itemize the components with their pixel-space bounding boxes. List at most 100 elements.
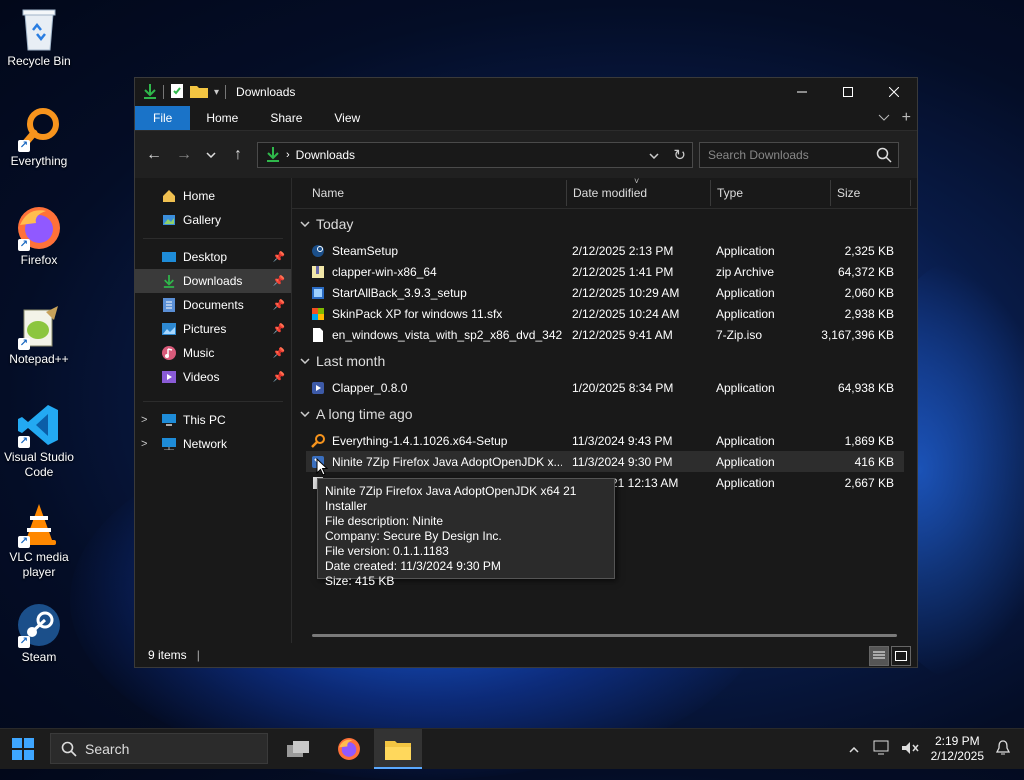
tab-file[interactable]: File	[135, 106, 191, 130]
notepad-plus-plus-icon: ↗	[16, 304, 62, 350]
nav-item-gallery[interactable]: Gallery	[135, 208, 291, 232]
navigation-pane: Home Gallery Desktop 📌 Downloads 📌 Documen…	[135, 178, 292, 643]
item-count: 9 items	[148, 648, 187, 662]
address-dropdown-icon[interactable]	[649, 148, 659, 162]
network-status-icon[interactable]	[873, 740, 891, 759]
nav-item-documents[interactable]: Documents 📌	[135, 293, 291, 317]
pin-icon[interactable]: 📌	[273, 276, 285, 287]
volume-muted-icon[interactable]	[901, 740, 919, 759]
file-row[interactable]: Everything-1.4.1.1026.x64-Setup 11/3/202…	[306, 430, 904, 451]
vlc-icon: ↗	[16, 502, 62, 548]
pin-icon[interactable]: 📌	[273, 324, 285, 335]
group-header-today[interactable]: Today	[300, 216, 353, 232]
breadcrumb[interactable]: Downloads	[296, 148, 355, 162]
desktop-icon-label: Everything	[10, 154, 68, 168]
expand-ribbon-icon[interactable]	[878, 111, 890, 125]
nav-item-desktop[interactable]: Desktop 📌	[135, 245, 291, 269]
properties-icon[interactable]	[170, 83, 184, 102]
address-bar[interactable]: › Downloads ↻	[257, 142, 693, 168]
desktop-icon-everything[interactable]: ↗ Everything	[2, 106, 76, 169]
horizontal-scrollbar[interactable]	[312, 634, 897, 637]
tab-home[interactable]: Home	[190, 106, 254, 130]
desktop-icon-vlc[interactable]: ↗ VLC media player	[2, 502, 76, 580]
chevron-down-icon	[206, 152, 216, 158]
chevron-up-icon	[849, 746, 859, 753]
desktop-icon-steam[interactable]: ↗ Steam	[2, 602, 76, 665]
system-tray: 2:19 PM 2/12/2025	[849, 729, 1024, 769]
shortcut-arrow-icon: ↗	[18, 338, 30, 350]
large-icons-view-button[interactable]	[891, 646, 911, 666]
expand-chevron-icon[interactable]: >	[141, 414, 147, 426]
customize-toolbar-icon[interactable]: ▾	[214, 87, 219, 98]
expand-chevron-icon[interactable]: >	[141, 438, 147, 450]
nav-item-home[interactable]: Home	[135, 184, 291, 208]
collapse-chevron-icon	[300, 358, 310, 364]
nav-item-this-pc[interactable]: > This PC	[135, 408, 291, 432]
desktop-icon-firefox[interactable]: ↗ Firefox	[2, 205, 76, 268]
refresh-icon[interactable]: ↻	[673, 146, 686, 164]
show-hidden-icons-button[interactable]	[849, 742, 859, 756]
column-date-modified[interactable]: Date modified	[573, 186, 647, 200]
close-button[interactable]	[871, 78, 917, 106]
taskbar-file-explorer[interactable]	[374, 729, 422, 769]
search-icon[interactable]	[876, 147, 892, 166]
search-box[interactable]	[699, 142, 899, 168]
download-arrow-icon	[266, 146, 280, 165]
steam-icon: ↗	[16, 602, 62, 648]
mouse-cursor-icon	[316, 458, 328, 476]
back-button[interactable]: ←	[139, 140, 169, 170]
back-arrow-icon: ←	[146, 146, 162, 163]
column-size[interactable]: Size	[837, 186, 860, 200]
taskbar: Search 2:19 PM 2/12/2025	[0, 728, 1024, 769]
column-header-row: Name ˅ Date modified Type Size	[292, 176, 917, 209]
file-row[interactable]: StartAllBack_3.9.3_setup 2/12/2025 10:29…	[306, 282, 904, 303]
column-name[interactable]: Name	[312, 186, 344, 200]
desktop-icon-label: Steam	[21, 650, 57, 664]
nav-item-network[interactable]: > Network	[135, 432, 291, 456]
search-input[interactable]	[706, 147, 870, 163]
new-folder-icon[interactable]	[190, 84, 208, 101]
nav-item-videos[interactable]: Videos 📌	[135, 365, 291, 389]
nav-item-downloads[interactable]: Downloads 📌	[135, 269, 291, 293]
file-row[interactable]: SkinPack XP for windows 11.sfx 2/12/2025…	[306, 303, 904, 324]
column-type[interactable]: Type	[717, 186, 743, 200]
nav-item-pictures[interactable]: Pictures 📌	[135, 317, 291, 341]
pin-icon[interactable]: 📌	[273, 300, 285, 311]
notification-bell-icon[interactable]	[995, 739, 1011, 759]
tab-share[interactable]: Share	[254, 106, 318, 130]
tab-view[interactable]: View	[318, 106, 376, 130]
details-view-button[interactable]	[869, 646, 889, 666]
everything-icon	[310, 433, 326, 449]
desktop-icon-recycle-bin[interactable]: Recycle Bin	[2, 6, 76, 69]
desktop-icon-label: Recycle Bin	[7, 54, 71, 68]
pin-icon[interactable]: 📌	[273, 372, 285, 383]
file-row[interactable]: Ninite 7Zip Firefox Java AdoptOpenJDK x.…	[306, 451, 904, 472]
start-button[interactable]	[12, 738, 34, 763]
title-bar[interactable]: ▾ Downloads	[135, 78, 917, 106]
search-icon	[61, 741, 77, 757]
file-row[interactable]: en_windows_vista_with_sp2_x86_dvd_342...…	[306, 324, 904, 345]
iso-file-icon	[310, 327, 326, 343]
clock[interactable]: 2:19 PM 2/12/2025	[931, 734, 984, 764]
group-header-long-time-ago[interactable]: A long time ago	[300, 406, 413, 422]
task-view-button[interactable]	[274, 729, 322, 769]
clapper-icon	[310, 380, 326, 396]
forward-button[interactable]: →	[169, 140, 199, 170]
file-row[interactable]: clapper-win-x86_64 2/12/2025 1:41 PM zip…	[306, 261, 904, 282]
recent-locations-button[interactable]	[199, 140, 223, 170]
taskbar-firefox[interactable]	[325, 729, 373, 769]
file-row[interactable]: SteamSetup 2/12/2025 2:13 PM Application…	[306, 240, 904, 261]
desktop-icon-notepad-plus-plus[interactable]: ↗ Notepad++	[2, 304, 76, 367]
skinpack-icon	[310, 306, 326, 322]
maximize-button[interactable]	[825, 78, 871, 106]
desktop-icon-vscode[interactable]: ↗ Visual Studio Code	[2, 402, 76, 480]
taskbar-search[interactable]: Search	[50, 733, 268, 764]
pin-icon[interactable]: 📌	[273, 252, 285, 263]
nav-item-music[interactable]: Music 📌	[135, 341, 291, 365]
group-header-last-month[interactable]: Last month	[300, 353, 385, 369]
add-tab-icon[interactable]: +	[902, 109, 911, 127]
minimize-button[interactable]	[779, 78, 825, 106]
pin-icon[interactable]: 📌	[273, 348, 285, 359]
up-button[interactable]: ↑	[223, 140, 253, 170]
file-row[interactable]: Clapper_0.8.0 1/20/2025 8:34 PM Applicat…	[306, 377, 904, 398]
